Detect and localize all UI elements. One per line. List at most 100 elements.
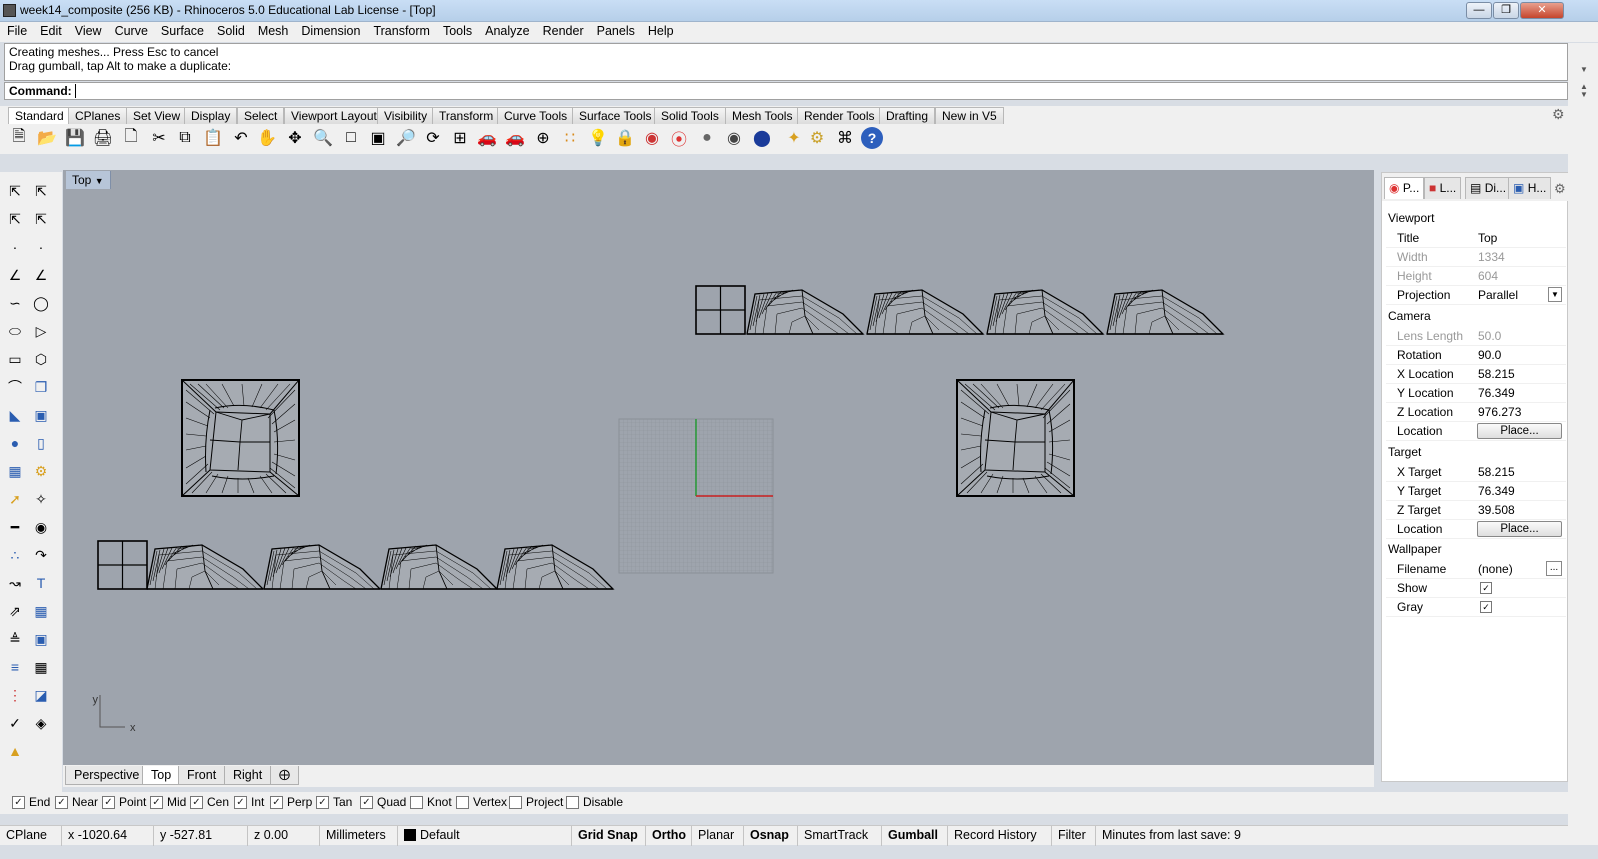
boolean-icon[interactable]: ◉ bbox=[30, 516, 52, 538]
browse-button[interactable]: ... bbox=[1546, 561, 1562, 576]
gumball-toggle[interactable]: Gumball bbox=[882, 826, 948, 846]
tab-mesh-tools[interactable]: Mesh Tools bbox=[725, 107, 800, 124]
points-icon[interactable]: ∷ bbox=[559, 127, 581, 149]
checkbox[interactable]: ✓ bbox=[12, 795, 25, 809]
close-button[interactable]: ✕ bbox=[1520, 2, 1564, 19]
projection-dropdown-icon[interactable]: ▼ bbox=[1548, 287, 1562, 302]
viewport-title[interactable]: Top ▼ bbox=[66, 171, 111, 189]
ellipse-icon[interactable]: ⬭ bbox=[4, 320, 26, 342]
circle-icon[interactable]: ◯ bbox=[30, 292, 52, 314]
select-arrow2-icon[interactable]: ⇱ bbox=[4, 208, 26, 230]
select-filter-icon[interactable]: ⊕ bbox=[532, 127, 554, 149]
menu-panels[interactable]: Panels bbox=[590, 22, 641, 38]
point-icon[interactable]: · bbox=[4, 236, 26, 258]
osnap-cen[interactable]: ✓ Cen bbox=[190, 795, 229, 809]
tab-right[interactable]: Right bbox=[224, 766, 272, 785]
osnap-mid[interactable]: ✓ Mid bbox=[150, 795, 186, 809]
tab-drafting[interactable]: Drafting bbox=[879, 107, 936, 124]
menu-edit[interactable]: Edit bbox=[33, 22, 68, 38]
zoom-icon[interactable]: 🔍 bbox=[312, 127, 334, 149]
tab-standard[interactable]: Standard bbox=[8, 107, 71, 124]
target-place-button[interactable]: Place... bbox=[1477, 521, 1562, 537]
light-bulb-icon[interactable]: 💡 bbox=[587, 127, 609, 149]
show-checkbox[interactable]: ✓ bbox=[1480, 582, 1492, 594]
points-icon[interactable]: · bbox=[30, 236, 52, 258]
osnap-int[interactable]: ✓ Int bbox=[234, 795, 264, 809]
prop-z-location-row[interactable]: Z Location 976.273 bbox=[1386, 403, 1566, 422]
scroll-down-icon[interactable]: ▼ bbox=[1580, 65, 1588, 74]
prop-x-target-row[interactable]: X Target 58.215 bbox=[1386, 463, 1566, 482]
mesh-icon[interactable]: ▦ bbox=[4, 460, 26, 482]
tab-solid-tools[interactable]: Solid Tools bbox=[654, 107, 726, 124]
add-viewport-icon[interactable]: ⨁ bbox=[270, 766, 299, 785]
checkbox[interactable]: ✓ bbox=[234, 795, 247, 809]
lock-icon[interactable]: 🔒 bbox=[614, 127, 636, 149]
surface-icon[interactable]: ◣ bbox=[4, 404, 26, 426]
tab-transform[interactable]: Transform bbox=[432, 107, 501, 124]
dimension-tool-icon[interactable]: ≜ bbox=[4, 628, 26, 650]
zoom-selected-icon[interactable]: 🔎 bbox=[395, 127, 417, 149]
pan-icon[interactable]: ✋ bbox=[256, 127, 278, 149]
array-icon[interactable]: ⇗ bbox=[4, 600, 26, 622]
check-icon[interactable]: ✓ bbox=[4, 712, 26, 734]
split-icon[interactable]: ✧ bbox=[30, 488, 52, 510]
ghosted-car-icon[interactable]: 🚗 bbox=[504, 127, 526, 149]
polygon-icon[interactable]: ⬡ bbox=[30, 348, 52, 370]
fillet-curve-icon[interactable]: ⌒ bbox=[4, 376, 26, 398]
select-arrow3-icon[interactable]: ⇱ bbox=[30, 208, 52, 230]
tab-curve-tools[interactable]: Curve Tools bbox=[497, 107, 575, 124]
solid-box-icon[interactable]: ▣ bbox=[30, 628, 52, 650]
box-icon[interactable]: ▣ bbox=[30, 404, 52, 426]
osnap-near[interactable]: ✓ Near bbox=[55, 795, 98, 809]
menu-view[interactable]: View bbox=[68, 22, 108, 38]
menu-dimension[interactable]: Dimension bbox=[294, 22, 366, 38]
tab-new-in-v5[interactable]: New in V5 bbox=[935, 107, 1004, 124]
osnap-perp[interactable]: ✓ Perp bbox=[270, 795, 312, 809]
checkbox[interactable]: ✓ bbox=[360, 795, 373, 809]
render-icon[interactable]: ⬤ bbox=[751, 127, 773, 149]
command-line[interactable]: Command: bbox=[4, 82, 1568, 100]
chevron-down-icon[interactable]: ▼ bbox=[95, 176, 104, 186]
tab-select[interactable]: Select bbox=[237, 107, 285, 124]
checkbox[interactable] bbox=[509, 795, 522, 809]
curve-point-icon[interactable]: ∽ bbox=[4, 292, 26, 314]
planar-toggle[interactable]: Planar bbox=[692, 826, 744, 846]
checkbox[interactable]: ✓ bbox=[150, 795, 163, 809]
menu-analyze[interactable]: Analyze bbox=[478, 22, 535, 38]
scroll-down-small-icon[interactable]: ▼ bbox=[1580, 90, 1588, 99]
prop-filename-row[interactable]: Filename (none)... bbox=[1386, 560, 1566, 579]
shaded-sphere-icon[interactable]: ● bbox=[696, 127, 718, 149]
prop-title-row[interactable]: Title Top bbox=[1386, 229, 1566, 248]
osnap-knot[interactable]: Knot bbox=[410, 795, 452, 809]
render-tool-icon[interactable]: ▲ bbox=[4, 740, 26, 762]
osnap-vertex[interactable]: Vertex bbox=[456, 795, 507, 809]
status-cplane[interactable]: CPlane bbox=[0, 826, 62, 846]
new-icon[interactable]: 🗎 bbox=[8, 127, 30, 149]
osnap-quad[interactable]: ✓ Quad bbox=[360, 795, 406, 809]
prop-y-location-row[interactable]: Y Location 76.349 bbox=[1386, 384, 1566, 403]
print-icon[interactable]: 🖨 bbox=[92, 127, 114, 149]
analyze-icon[interactable]: ⋮ bbox=[4, 684, 26, 706]
color-wheel-icon[interactable]: ⦿ bbox=[668, 127, 690, 149]
checkbox[interactable] bbox=[410, 795, 423, 809]
rotate-icon[interactable]: ↷ bbox=[30, 544, 52, 566]
paste-icon[interactable]: 📋 bbox=[202, 127, 224, 149]
menu-transform[interactable]: Transform bbox=[366, 22, 436, 38]
trim-icon[interactable]: ━ bbox=[4, 516, 26, 538]
prop-z-target-row[interactable]: Z Target 39.508 bbox=[1386, 501, 1566, 520]
settings-gear-icon[interactable]: ⚙ bbox=[806, 127, 828, 149]
spheres-icon[interactable]: ● bbox=[4, 432, 26, 454]
smarttrack-toggle[interactable]: SmartTrack bbox=[798, 826, 882, 846]
tab-surface-tools[interactable]: Surface Tools bbox=[572, 107, 659, 124]
gear-tools-icon[interactable]: ⚙ bbox=[30, 460, 52, 482]
rectangle-icon[interactable]: ▭ bbox=[4, 348, 26, 370]
camera-place-button[interactable]: Place... bbox=[1477, 423, 1562, 439]
rendered-sphere-icon[interactable]: ◉ bbox=[723, 127, 745, 149]
maximize-button[interactable]: ❐ bbox=[1493, 2, 1519, 19]
tab-properties[interactable]: ◉ P... bbox=[1384, 177, 1425, 199]
osnap-project[interactable]: Project bbox=[509, 795, 563, 809]
tab-top[interactable]: Top bbox=[142, 766, 181, 785]
checkbox[interactable]: ✓ bbox=[316, 795, 329, 809]
select-points-icon[interactable]: ⇱ bbox=[30, 180, 52, 202]
select-arrow-icon[interactable]: ⇱ bbox=[4, 180, 26, 202]
